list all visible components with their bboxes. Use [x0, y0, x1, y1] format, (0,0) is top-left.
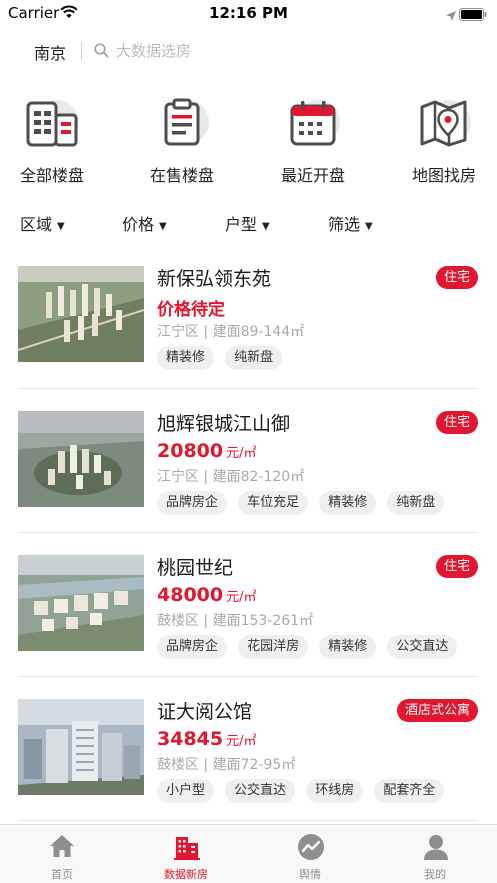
feature-tag: 公交直达 — [387, 635, 458, 659]
search-divider — [81, 42, 82, 60]
filter-district[interactable]: 区域 ▼ — [20, 211, 65, 235]
listing-price: 48000 元/㎡ — [157, 584, 257, 606]
trend-icon — [298, 834, 324, 860]
listing-tags: 小户型 公交直达 环线房 配套齐全 — [157, 779, 450, 803]
filter-bar: 区域 ▼ 价格 ▼ 户型 ▼ 筛选 ▼ 排序 — [0, 208, 497, 236]
building-icon — [174, 837, 200, 860]
feature-tag: 配套齐全 — [374, 779, 445, 803]
city-selector[interactable]: 南京 — [34, 40, 66, 64]
property-photo — [18, 555, 144, 651]
listing-name: 桃园世纪 — [157, 557, 234, 579]
search-bar: 南京 — [0, 34, 497, 68]
sort-button[interactable]: 排序 — [446, 213, 470, 230]
tab-label: 我的 — [424, 868, 446, 881]
quick-nav-label: 全部楼盘 — [19, 166, 84, 185]
property-photo — [18, 699, 144, 795]
feature-tag: 纯新盘 — [387, 491, 445, 515]
listing-district-area: 江宁区 | 建面89-144㎡ — [157, 324, 305, 340]
feature-tag: 花园洋房 — [238, 635, 309, 659]
tab-label: 数据新房 — [164, 868, 208, 881]
feature-tag: 精装修 — [319, 491, 377, 515]
feature-tag: 精装修 — [157, 346, 215, 370]
calendar-icon — [286, 98, 340, 150]
quick-nav-on-sale[interactable]: 在售楼盘 — [127, 98, 237, 188]
quick-nav-label: 在售楼盘 — [149, 166, 214, 185]
caret-down-icon: ▼ — [365, 221, 373, 232]
map-pin-icon — [417, 98, 471, 150]
listing-name: 新保弘领东苑 — [157, 268, 272, 290]
quick-nav-recent-openings[interactable]: 最近开盘 — [258, 98, 368, 188]
clipboard-icon — [155, 98, 209, 150]
tab-home[interactable]: 首页 — [0, 825, 124, 883]
listing-tags: 精装修 纯新盘 — [157, 346, 288, 370]
tab-new-homes[interactable]: 数据新房 — [124, 825, 248, 883]
property-photo — [18, 266, 144, 362]
tab-label: 首页 — [51, 868, 73, 881]
listing-district-area: 鼓楼区 | 建面72-95㎡ — [157, 757, 296, 773]
divider — [18, 820, 478, 821]
caret-down-icon: ▼ — [57, 221, 65, 232]
listing-price: 价格待定 — [157, 300, 225, 320]
listing-card[interactable]: 证大阅公馆 酒店式公寓 34845 元/㎡ 鼓楼区 | 建面72-95㎡ 小户型 … — [18, 699, 478, 829]
quick-nav: 全部楼盘 在售楼盘 最近开盘 地图找房 — [0, 98, 497, 188]
tab-profile[interactable]: 我的 — [373, 825, 497, 883]
status-bar: Carrier 12:16 PM — [0, 0, 497, 26]
listing-tags: 品牌房企 花园洋房 精装修 公交直达 — [157, 635, 463, 659]
tab-bar: 首页 数据新房 舆情 我的 — [0, 824, 497, 883]
quick-nav-all-properties[interactable]: 全部楼盘 — [0, 98, 107, 188]
property-photo — [18, 411, 144, 507]
home-icon — [50, 835, 74, 857]
listing-tags: 品牌房企 车位充足 精装修 纯新盘 — [157, 491, 450, 515]
listing-price: 34845 元/㎡ — [157, 728, 257, 750]
location-arrow-icon — [446, 6, 456, 25]
listing-district-area: 江宁区 | 建面82-120㎡ — [157, 469, 305, 485]
filter-layout[interactable]: 户型 ▼ — [225, 211, 270, 235]
buildings-icon — [25, 98, 79, 150]
caret-down-icon: ▼ — [262, 221, 270, 232]
listing-name: 证大阅公馆 — [157, 701, 253, 723]
battery-icon — [459, 6, 487, 25]
profile-icon — [424, 835, 448, 860]
divider — [18, 676, 478, 677]
listing-district-area: 鼓楼区 | 建面153-261㎡ — [157, 613, 314, 629]
feature-tag: 公交直达 — [225, 779, 296, 803]
listing-name: 旭辉银城江山御 — [157, 413, 291, 435]
filter-price[interactable]: 价格 ▼ — [122, 211, 167, 235]
feature-tag: 车位充足 — [238, 491, 309, 515]
property-type-badge: 酒店式公寓 — [396, 699, 478, 722]
feature-tag: 小户型 — [157, 779, 215, 803]
feature-tag: 环线房 — [306, 779, 364, 803]
tab-label: 舆情 — [299, 868, 321, 881]
search-icon — [94, 43, 109, 62]
tab-public-opinion[interactable]: 舆情 — [248, 825, 372, 883]
divider — [18, 532, 478, 533]
quick-nav-label: 地图找房 — [411, 166, 476, 185]
property-type-badge: 住宅 — [435, 555, 478, 578]
feature-tag: 品牌房企 — [157, 491, 228, 515]
feature-tag: 精装修 — [319, 635, 377, 659]
feature-tag: 纯新盘 — [225, 346, 283, 370]
caret-down-icon: ▼ — [159, 221, 167, 232]
property-type-badge: 住宅 — [435, 411, 478, 434]
property-type-badge: 住宅 — [435, 266, 478, 289]
filter-more[interactable]: 筛选 ▼ — [328, 211, 373, 235]
listing-card[interactable]: 新保弘领东苑 住宅 价格待定 江宁区 | 建面89-144㎡ 精装修 纯新盘 — [18, 266, 478, 396]
feature-tag: 品牌房企 — [157, 635, 228, 659]
quick-nav-map-search[interactable]: 地图找房 — [389, 98, 497, 188]
quick-nav-label: 最近开盘 — [280, 166, 345, 185]
listing-card[interactable]: 旭辉银城江山御 住宅 20800 元/㎡ 江宁区 | 建面82-120㎡ 品牌房企… — [18, 411, 478, 541]
listing-card[interactable]: 桃园世纪 住宅 48000 元/㎡ 鼓楼区 | 建面153-261㎡ 品牌房企 花… — [18, 555, 478, 685]
listing-price: 20800 元/㎡ — [157, 440, 257, 462]
search-input[interactable] — [116, 36, 456, 66]
divider — [18, 388, 478, 389]
status-time: 12:16 PM — [209, 4, 288, 22]
